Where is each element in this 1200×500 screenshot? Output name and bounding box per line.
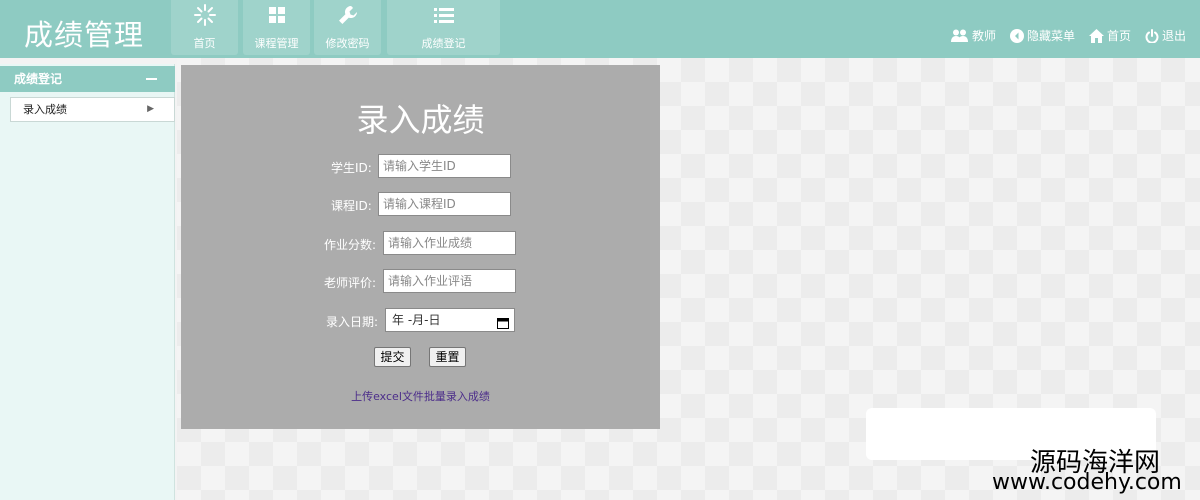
list-icon <box>387 5 500 25</box>
teacher-comment-label: 老师评价: <box>324 276 377 290</box>
logout-button[interactable]: 退出 <box>1145 27 1186 44</box>
sidebar-item-enter-grades[interactable]: 录入成绩 ▶ <box>10 97 175 122</box>
sidebar: 成绩登记 录入成绩 ▶ <box>0 64 175 500</box>
upload-excel-link[interactable]: 上传excel文件批量录入成绩 <box>181 388 660 404</box>
hide-menu-button[interactable]: 隐藏菜单 <box>1009 27 1075 44</box>
teacher-link-label: 教师 <box>971 29 996 43</box>
course-id-input[interactable] <box>378 192 511 216</box>
app-title: 成绩管理 <box>24 18 145 52</box>
nav-home-label: 首页 <box>193 37 216 50</box>
nav-course-management[interactable]: 课程管理 <box>243 0 310 55</box>
nav-change-password-label: 修改密码 <box>325 37 370 50</box>
sidebar-item-label: 录入成绩 <box>23 103 67 116</box>
home-link[interactable]: 首页 <box>1088 27 1131 44</box>
form-title: 录入成绩 <box>356 101 485 139</box>
top-header: 成绩管理 首页 课程管理 修改密码 成绩登记 教师 隐藏菜单 首页 退出 <box>0 0 1200 58</box>
sidebar-section-header[interactable]: 成绩登记 <box>0 66 175 92</box>
home-link-label: 首页 <box>1106 29 1131 43</box>
submit-button[interactable]: 提交 <box>374 347 411 367</box>
collapse-icon[interactable] <box>146 78 157 80</box>
grade-entry-form: 录入成绩 学生ID: 课程ID: 作业分数: 老师评价: 录入日期: 年 -月-… <box>181 65 660 429</box>
sun-icon <box>171 4 238 26</box>
calendar-icon[interactable] <box>497 314 509 336</box>
student-id-input[interactable] <box>378 154 511 178</box>
header-toolbar: 教师 隐藏菜单 首页 退出 <box>950 27 1186 44</box>
entry-date-value: 年 -月-日 <box>392 313 441 327</box>
teacher-comment-input[interactable] <box>383 269 516 293</box>
arrow-left-circle-icon <box>1009 28 1024 43</box>
watermark-url: www.codehy.com <box>992 470 1182 495</box>
logout-label: 退出 <box>1161 29 1186 43</box>
nav-home[interactable]: 首页 <box>171 0 238 55</box>
sidebar-section-title: 成绩登记 <box>14 72 63 86</box>
power-icon <box>1145 28 1159 43</box>
entry-date-label: 录入日期: <box>326 315 379 329</box>
nav-change-password[interactable]: 修改密码 <box>314 0 381 55</box>
home-icon <box>1088 28 1104 43</box>
nav-course-management-label: 课程管理 <box>254 37 299 50</box>
entry-date-input[interactable]: 年 -月-日 <box>385 308 515 332</box>
nav-grade-registration-label: 成绩登记 <box>421 37 466 50</box>
homework-score-input[interactable] <box>383 231 516 255</box>
users-icon <box>950 29 969 42</box>
hide-menu-label: 隐藏菜单 <box>1026 29 1075 43</box>
homework-score-label: 作业分数: <box>324 238 377 252</box>
teacher-link[interactable]: 教师 <box>950 27 996 44</box>
chevron-right-icon: ▶ <box>147 104 154 114</box>
wrench-icon <box>314 5 381 25</box>
nav-grade-registration[interactable]: 成绩登记 <box>387 0 500 55</box>
grid-icon <box>243 5 310 25</box>
reset-button[interactable]: 重置 <box>429 347 466 367</box>
course-id-label: 课程ID: <box>331 199 372 213</box>
student-id-label: 学生ID: <box>331 161 372 175</box>
